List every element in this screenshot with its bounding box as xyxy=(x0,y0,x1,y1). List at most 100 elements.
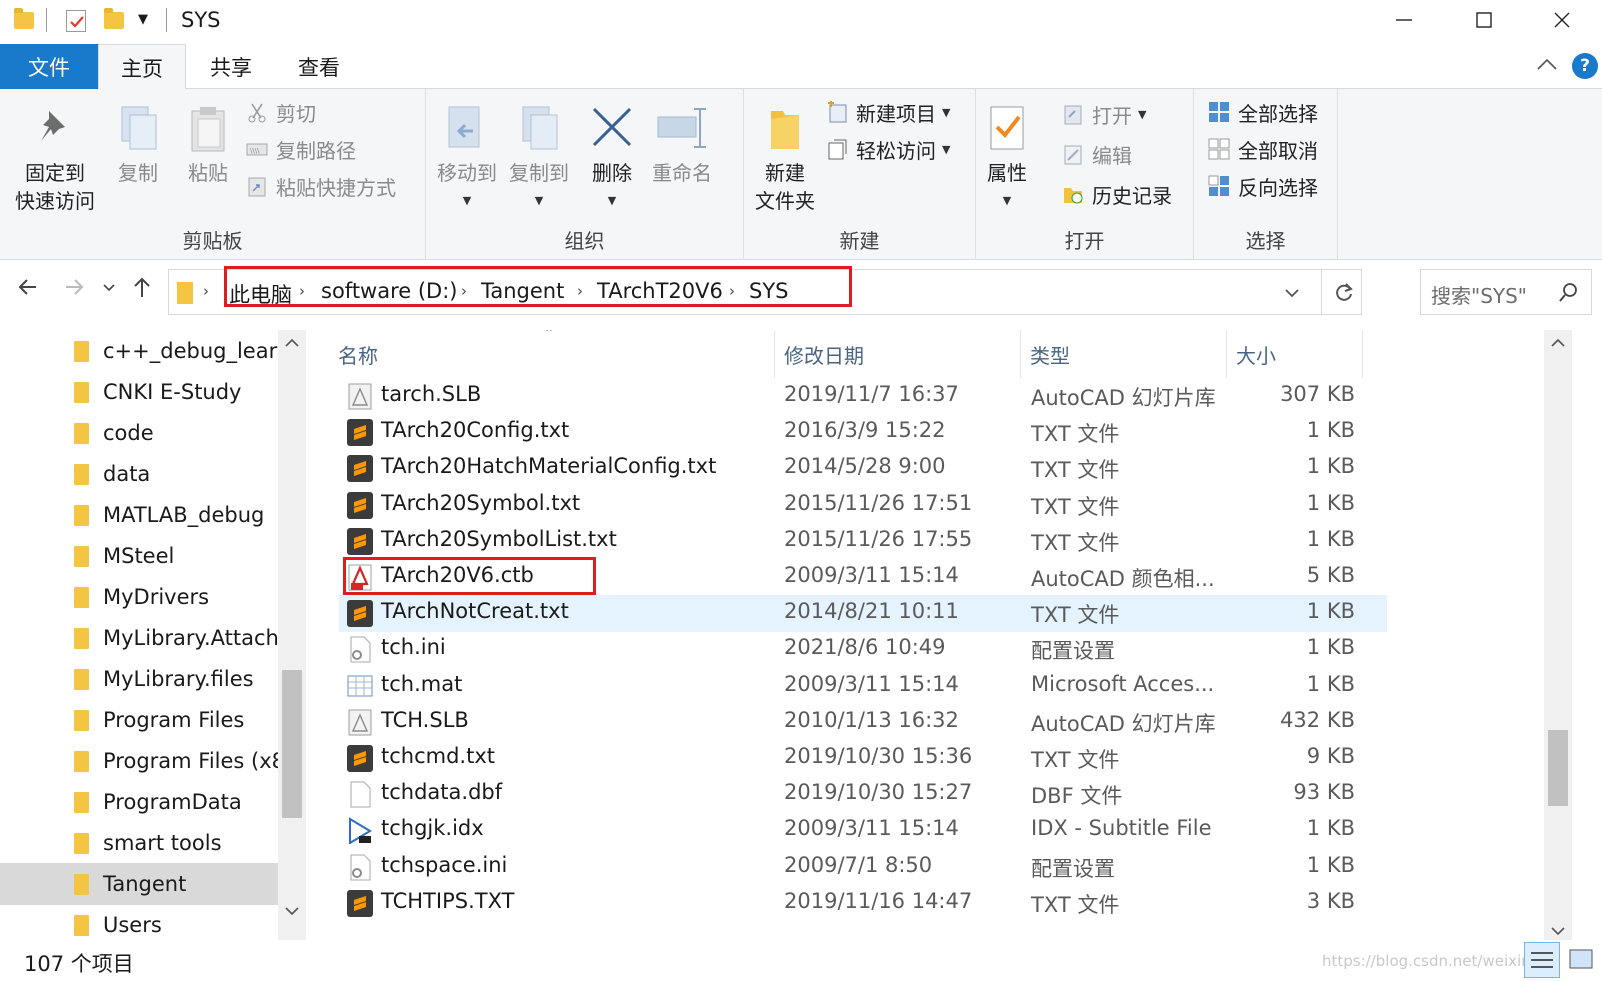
select-none-icon xyxy=(1208,138,1230,160)
tab-home[interactable]: 主页 xyxy=(98,44,186,90)
file-row[interactable]: tchcmd.txt 2019/10/30 15:36 TXT 文件 9 KB xyxy=(339,740,1387,777)
tree-item[interactable]: MyLibrary.files xyxy=(0,658,278,700)
file-size: 432 KB xyxy=(1280,707,1355,732)
refresh-button[interactable] xyxy=(1333,281,1355,307)
new-item-button[interactable]: 新建项目 ▼ xyxy=(826,95,950,129)
tab-file[interactable]: 文件 xyxy=(0,44,98,89)
tree-item[interactable]: ProgramData xyxy=(0,781,278,823)
maximize-button[interactable] xyxy=(1444,0,1524,40)
copy-path-button[interactable]: \\\\ 复制路径 xyxy=(246,132,356,166)
tree-item[interactable]: Tangent xyxy=(0,863,278,905)
close-button[interactable] xyxy=(1524,0,1600,40)
tree-item[interactable]: code xyxy=(0,412,278,454)
scroll-down-icon[interactable] xyxy=(1551,922,1565,941)
file-row[interactable]: TArchNotCreat.txt 2014/8/21 10:11 TXT 文件 1 … xyxy=(339,595,1387,633)
folder-icon xyxy=(74,751,89,772)
tree-item[interactable]: MATLAB_debug xyxy=(0,494,278,536)
details-view-icon xyxy=(1531,952,1553,968)
tree-item[interactable]: data xyxy=(0,453,278,495)
tree-item[interactable]: Program Files xyxy=(0,699,278,741)
file-size: 1 KB xyxy=(1306,526,1355,551)
file-row[interactable]: TArch20Symbol.txt 2015/11/26 17:51 TXT 文件 1… xyxy=(339,487,1387,524)
invert-selection-button[interactable]: 反向选择 xyxy=(1208,169,1318,203)
scrollbar-thumb[interactable] xyxy=(1548,730,1568,806)
properties-quick-icon[interactable] xyxy=(66,10,86,32)
file-row[interactable]: TCH.SLB 2010/1/13 16:32 AutoCAD 幻灯片库 432 KB xyxy=(339,704,1387,741)
file-row[interactable]: TArch20V6.ctb 2009/3/11 15:14 AutoCAD 颜色相.… xyxy=(339,557,1387,596)
help-icon[interactable]: ? xyxy=(1572,53,1598,79)
file-type: TXT 文件 xyxy=(1031,530,1120,555)
select-none-button[interactable]: 全部取消 xyxy=(1208,132,1318,166)
rename-button[interactable]: 重命名 xyxy=(646,103,718,187)
column-header-size[interactable]: 大小 xyxy=(1236,330,1276,378)
collapse-ribbon-icon[interactable] xyxy=(1536,56,1558,76)
tree-item[interactable]: Program Files (x8 xyxy=(0,740,285,782)
file-type: IDX - Subtitle File xyxy=(1031,816,1212,841)
delete-button[interactable]: 删除 ▼ xyxy=(586,103,638,215)
scroll-down-icon[interactable] xyxy=(285,902,299,921)
history-button[interactable]: 历史记录 xyxy=(1062,177,1172,211)
tab-share[interactable]: 共享 xyxy=(196,44,266,89)
up-button[interactable] xyxy=(130,275,154,307)
navigation-pane-scrollbar[interactable] xyxy=(278,330,306,940)
file-row[interactable]: tch.mat 2009/3/11 15:14 Microsoft Acces...… xyxy=(339,668,1387,705)
tree-item[interactable]: CNKI E-Study xyxy=(0,371,278,413)
forward-button[interactable] xyxy=(62,275,86,305)
file-row[interactable]: tchgjk.idx 2009/3/11 15:14 IDX - Subtitle … xyxy=(339,812,1387,849)
copy-to-button[interactable]: 复制到 ▼ xyxy=(506,103,572,215)
tree-item[interactable]: c++_debug_learn xyxy=(0,330,290,372)
scroll-up-icon[interactable] xyxy=(285,334,299,353)
file-list-scrollbar[interactable] xyxy=(1544,330,1572,940)
slb-icon xyxy=(347,383,373,410)
file-row[interactable]: tch.ini 2021/8/6 10:49 配置设置 1 KB xyxy=(339,631,1387,668)
dbf-icon xyxy=(347,781,373,808)
tree-item[interactable]: MyDrivers xyxy=(0,576,278,618)
address-history-dropdown[interactable] xyxy=(1283,284,1301,306)
easy-access-button[interactable]: 轻松访问 ▼ xyxy=(826,132,950,166)
new-folder-button[interactable]: 新建 文件夹 xyxy=(748,103,822,215)
large-icons-view-button[interactable] xyxy=(1564,942,1600,978)
column-header-name[interactable]: 名称 xyxy=(338,330,378,378)
scrollbar-thumb[interactable] xyxy=(282,670,302,818)
tree-item[interactable]: Users xyxy=(0,904,278,940)
file-row[interactable]: TArch20SymbolList.txt 2015/11/26 17:55 TXT… xyxy=(339,523,1387,560)
file-row[interactable]: tchspace.ini 2009/7/1 8:50 配置设置 1 KB xyxy=(339,849,1387,886)
minimize-button[interactable] xyxy=(1364,0,1444,40)
customize-toolbar-icon[interactable]: ▼ xyxy=(138,12,148,36)
file-row[interactable]: TArch20HatchMaterialConfig.txt 2014/5/28 … xyxy=(339,450,1387,487)
tree-item[interactable]: smart tools xyxy=(0,822,278,864)
tab-view[interactable]: 查看 xyxy=(284,44,354,89)
dropdown-arrow-icon: ▼ xyxy=(1002,194,1012,207)
column-header-date[interactable]: 修改日期 xyxy=(784,330,864,378)
new-folder-quick-icon[interactable] xyxy=(104,8,124,29)
recent-locations-button[interactable] xyxy=(102,281,116,298)
column-header-type[interactable]: 类型 xyxy=(1030,330,1070,378)
file-size: 1 KB xyxy=(1306,418,1355,443)
search-box[interactable]: 搜索"SYS" xyxy=(1420,269,1592,315)
file-name: TArch20HatchMaterialConfig.txt xyxy=(381,454,717,479)
open-button[interactable]: 打开 ▼ xyxy=(1062,97,1146,131)
edit-button[interactable]: 编辑 xyxy=(1062,137,1132,171)
file-name: tch.ini xyxy=(381,635,446,660)
paste-shortcut-button[interactable]: 粘贴快捷方式 xyxy=(246,169,396,203)
cut-button[interactable]: 剪切 xyxy=(246,95,316,129)
search-input[interactable]: 搜索"SYS" xyxy=(1431,280,1527,309)
properties-button[interactable]: 属性 ▼ xyxy=(982,103,1032,215)
back-button[interactable] xyxy=(16,275,40,305)
file-row[interactable]: TCHTIPS.TXT 2019/11/16 14:47 TXT 文件 3 KB xyxy=(339,885,1387,922)
file-row[interactable]: tarch.SLB 2019/11/7 16:37 AutoCAD 幻灯片库 307 … xyxy=(339,378,1387,415)
copy-button[interactable]: 复制 xyxy=(108,103,168,187)
file-row[interactable]: tchdata.dbf 2019/10/30 15:27 DBF 文件 93 KB xyxy=(339,776,1387,813)
dropdown-arrow-icon: ▼ xyxy=(1138,107,1147,121)
move-to-button[interactable]: 移动到 ▼ xyxy=(434,103,500,215)
tree-item[interactable]: MyLibrary.Attach xyxy=(0,617,279,659)
tree-item[interactable]: MSteel xyxy=(0,535,278,577)
file-size: 307 KB xyxy=(1280,382,1355,406)
file-row[interactable]: TArch20Config.txt 2016/3/9 15:22 TXT 文件 1 K… xyxy=(339,414,1387,451)
file-size: 9 KB xyxy=(1306,744,1355,768)
details-view-button[interactable] xyxy=(1524,942,1560,978)
scroll-up-icon[interactable] xyxy=(1551,334,1565,353)
pin-quick-access-button[interactable]: 固定到 快速访问 xyxy=(8,103,102,215)
select-all-button[interactable]: 全部选择 xyxy=(1208,95,1318,129)
paste-button[interactable]: 粘贴 xyxy=(178,103,238,187)
